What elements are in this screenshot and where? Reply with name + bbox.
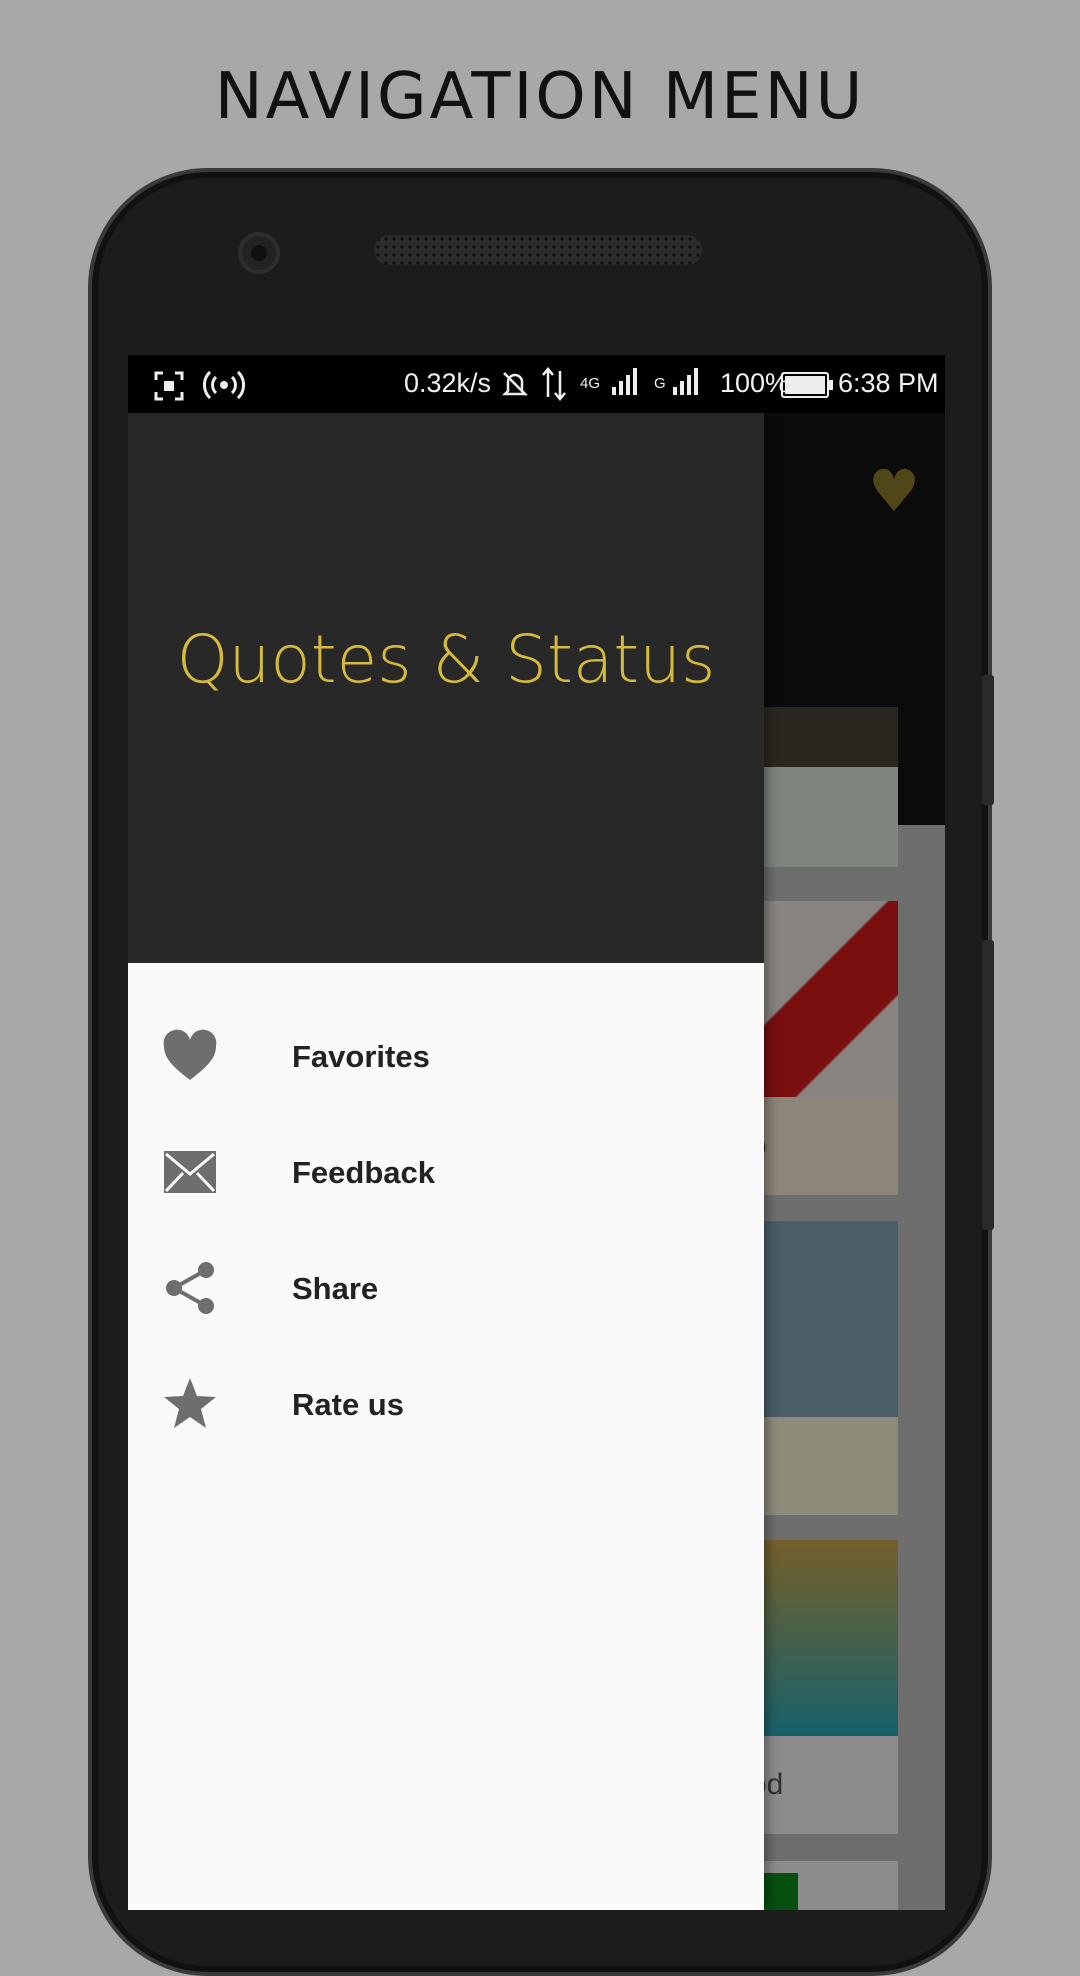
data-transfer-icon [542,367,566,401]
battery-icon [781,372,833,398]
star-icon [164,1378,216,1428]
network-type-4g: 4G [580,375,601,392]
menu-item-rate-us[interactable]: Rate us [128,1351,764,1467]
signal-strength-icon-1 [612,367,638,395]
menu-item-label: Rate us [292,1387,404,1422]
status-bar: 0.32k/s 4G G 100% 6:38 PM [128,355,945,413]
drawer-header: Quotes & Status [128,413,764,963]
menu-item-feedback[interactable]: Feedback [128,1119,764,1235]
menu-item-label: Feedback [292,1155,436,1190]
earpiece-speaker [374,235,702,265]
silent-bell-icon [501,372,529,396]
clock: 6:38 PM [838,368,939,398]
phone-screen: 0.32k/s 4G G 100% 6:38 PM ♥ s [128,355,945,1910]
page-heading: NAVIGATION MENU [214,60,866,134]
menu-item-label: Favorites [292,1039,430,1074]
network-type-g: G [654,375,666,392]
signal-strength-icon-2 [673,367,699,395]
mail-icon [164,1151,216,1193]
network-speed: 0.32k/s [404,368,492,398]
screenshot-icon [154,371,184,401]
hotspot-icon [203,370,245,400]
front-camera [238,232,280,274]
drawer-title: Quotes & Status [176,621,716,698]
phone-side-button-power [982,675,994,805]
battery-percent: 100% [720,368,790,398]
phone-side-button-volume [982,940,994,1230]
share-icon [166,1262,214,1314]
navigation-drawer: Quotes & Status Favorites Feedback Share… [128,413,764,1910]
heart-icon [163,1029,217,1080]
menu-item-label: Share [292,1271,379,1306]
menu-item-share[interactable]: Share [128,1235,764,1351]
menu-item-favorites[interactable]: Favorites [128,1003,764,1119]
